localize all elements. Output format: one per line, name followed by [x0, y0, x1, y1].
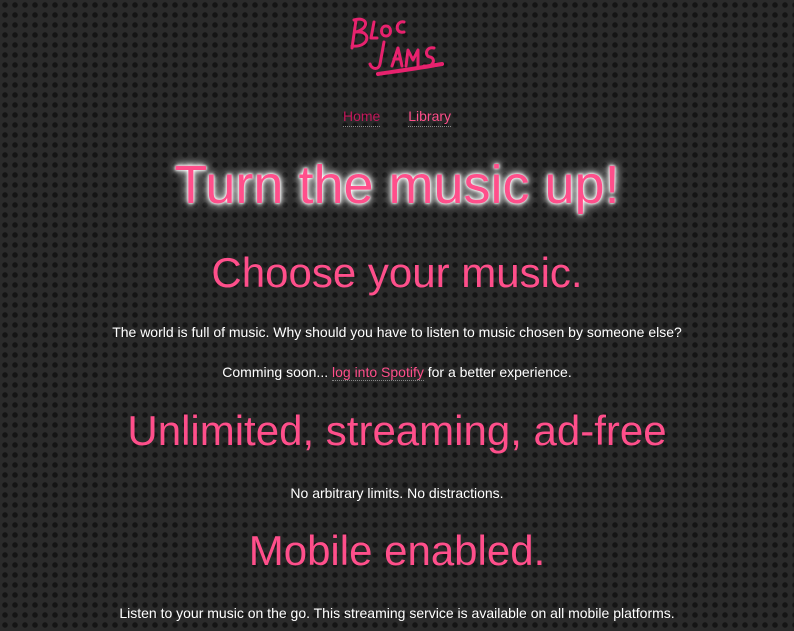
bloc-jams-logo-mark: [350, 17, 444, 76]
selling-point-title: Mobile enabled.: [248, 527, 546, 574]
selling-point-description: Listen to your music on the go. This str…: [119, 605, 675, 621]
selling-point-choose-music: Choose your music. The world is full of …: [0, 248, 794, 381]
spotify-promo: Comming soon... log into Spotify for a b…: [0, 363, 794, 381]
selling-point-title: Choose your music.: [211, 249, 583, 296]
bloc-jams-logo[interactable]: Bloc Jams: [342, 8, 446, 80]
selling-point-title: Unlimited, streaming, ad-free: [127, 407, 667, 454]
selling-point-description: No arbitrary limits. No distractions.: [290, 485, 504, 501]
selling-point-unlimited: Unlimited, streaming, ad-free No arbitra…: [0, 406, 794, 502]
selling-point-mobile: Mobile enabled. Listen to your music on …: [0, 526, 794, 622]
nav-library-link[interactable]: Library: [408, 107, 452, 127]
spotify-promo-suffix: for a better experience.: [423, 364, 572, 380]
logo-text: Bloc Jams: [342, 80, 343, 81]
main-nav: Home Library: [0, 107, 794, 127]
selling-point-description: The world is full of music. Why should y…: [112, 324, 682, 340]
hero-title: Turn the music up!: [174, 155, 620, 215]
nav-home-link[interactable]: Home: [342, 107, 381, 127]
spotify-promo-prefix: Comming soon...: [222, 364, 332, 380]
spotify-login-link[interactable]: log into Spotify: [332, 364, 424, 381]
